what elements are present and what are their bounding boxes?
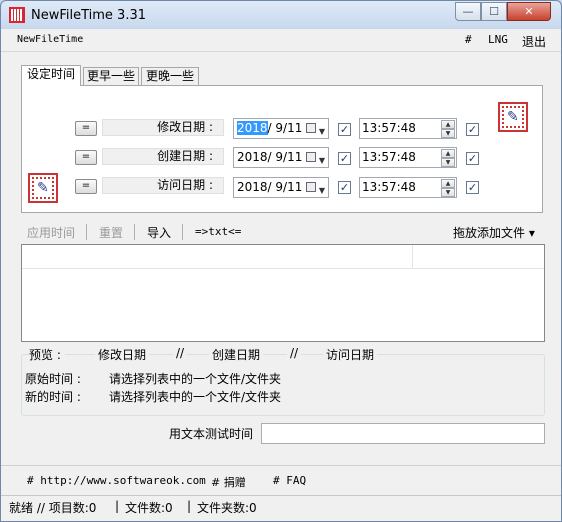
toolbar-separator (86, 224, 87, 240)
spin-up-icon[interactable]: ▲ (441, 120, 455, 129)
apply-time-button[interactable]: 应用时间 (27, 224, 75, 241)
calendar-icon[interactable] (306, 152, 316, 162)
clock-file-icon[interactable]: ✎ (498, 102, 528, 132)
preview-create-date: 创建日期 (209, 346, 264, 363)
spin-down-icon[interactable]: ▼ (441, 129, 455, 138)
create-date-picker[interactable]: 2018/ 9/11 ▼ (233, 147, 329, 168)
toolbar-separator (182, 224, 183, 240)
access-date-label: 访问日期 : (102, 177, 224, 194)
file-list-header[interactable] (22, 245, 544, 269)
drag-add-files-dropdown[interactable]: 拖放添加文件 ▾ (453, 224, 535, 241)
spin-up-icon[interactable]: ▲ (441, 179, 455, 188)
preview-modify-date: 修改日期 (95, 346, 150, 363)
original-time-row: 原始时间 : 请选择列表中的一个文件/文件夹 (25, 370, 281, 387)
create-time-checkbox[interactable]: ✓ (466, 152, 479, 165)
tab-set-time[interactable]: 设定时间 (21, 65, 81, 86)
tab-earlier[interactable]: 更早一些 (83, 67, 139, 86)
file-list[interactable] (21, 244, 545, 342)
menu-language[interactable]: LNG (488, 33, 508, 46)
menu-hash[interactable]: # (465, 33, 472, 46)
app-icon (9, 7, 25, 23)
maximize-button[interactable]: ☐ (481, 2, 507, 21)
modify-date-equal-button[interactable]: = (75, 121, 97, 136)
new-time-value: 请选择列表中的一个文件/文件夹 (109, 390, 282, 404)
modify-date-checkbox[interactable]: ✓ (338, 123, 351, 136)
menu-bar: NewFileTime # LNG 退出 (1, 30, 561, 52)
access-date-equal-button[interactable]: = (75, 179, 97, 194)
modify-date-picker[interactable]: 2018/ 9/11 ▼ (233, 118, 329, 139)
toolbar: 应用时间 重置 导入 =>txt<= 拖放添加文件 ▾ (21, 222, 543, 244)
original-time-value: 请选择列表中的一个文件/文件夹 (109, 372, 282, 386)
preview-separator: // (173, 346, 188, 360)
new-time-label: 新的时间 : (25, 390, 81, 404)
faq-link[interactable]: # FAQ (273, 474, 306, 487)
clock-file-icon[interactable]: ✎ (28, 173, 58, 203)
status-ready: 就绪 // 项目数:0 (9, 501, 97, 515)
import-button[interactable]: 导入 (147, 224, 171, 241)
chevron-down-icon[interactable]: ▼ (319, 181, 325, 200)
create-date-equal-button[interactable]: = (75, 150, 97, 165)
menu-exit[interactable]: 退出 (522, 33, 546, 50)
text-test-input[interactable] (261, 423, 545, 444)
status-separator: | (115, 499, 120, 513)
access-date-picker[interactable]: 2018/ 9/11 ▼ (233, 177, 329, 198)
text-test-label: 用文本测试时间 (169, 427, 254, 441)
preview-separator: // (287, 346, 302, 360)
status-separator: | (187, 499, 192, 513)
create-time-field[interactable]: 13:57:48 ▲ ▼ (359, 147, 457, 168)
preview-label: 预览 : (29, 346, 65, 363)
export-txt-button[interactable]: =>txt<= (195, 225, 241, 238)
create-date-label: 创建日期 : (102, 148, 224, 165)
donate-link[interactable]: # 捐赠 (211, 474, 246, 490)
reset-button[interactable]: 重置 (99, 224, 123, 241)
preview-header: 预览 : 修改日期 // 创建日期 // 访问日期 (21, 346, 543, 364)
modify-time-checkbox[interactable]: ✓ (466, 123, 479, 136)
status-folders: 文件夹数:0 (197, 501, 257, 515)
chevron-down-icon[interactable]: ▼ (319, 122, 325, 141)
spin-up-icon[interactable]: ▲ (441, 149, 455, 158)
close-button[interactable]: ✕ (507, 2, 551, 21)
modify-time-field[interactable]: 13:57:48 ▲ ▼ (359, 118, 457, 139)
menu-app-name[interactable]: NewFileTime (17, 34, 83, 45)
access-time-checkbox[interactable]: ✓ (466, 181, 479, 194)
column-separator[interactable] (412, 245, 413, 269)
chevron-down-icon[interactable]: ▼ (319, 151, 325, 170)
modify-date-rest: / 9/11 (267, 121, 303, 135)
access-time-value: 13:57:48 (362, 180, 416, 194)
website-link[interactable]: # http://www.softwareok.com (27, 474, 206, 487)
new-time-row: 新的时间 : 请选择列表中的一个文件/文件夹 (25, 388, 281, 405)
tab-later[interactable]: 更晚一些 (141, 67, 199, 86)
links-bar: # http://www.softwareok.com # 捐赠 # FAQ (1, 465, 561, 491)
modify-time-value: 13:57:48 (362, 121, 416, 135)
window-title: NewFileTime 3.31 (31, 8, 147, 23)
create-time-value: 13:57:48 (362, 150, 416, 164)
access-time-field[interactable]: 13:57:48 ▲ ▼ (359, 177, 457, 198)
toolbar-separator (134, 224, 135, 240)
calendar-icon[interactable] (306, 123, 316, 133)
spin-down-icon[interactable]: ▼ (441, 158, 455, 167)
minimize-button[interactable]: — (455, 2, 481, 21)
create-date-checkbox[interactable]: ✓ (338, 152, 351, 165)
status-files: 文件数:0 (125, 501, 173, 515)
access-date-checkbox[interactable]: ✓ (338, 181, 351, 194)
app-window: NewFileTime 3.31 — ☐ ✕ NewFileTime # LNG… (0, 0, 562, 522)
spin-down-icon[interactable]: ▼ (441, 188, 455, 197)
title-bar: NewFileTime 3.31 — ☐ ✕ (1, 1, 561, 29)
original-time-label: 原始时间 : (25, 372, 81, 386)
status-bar: 就绪 // 项目数:0 | 文件数:0 | 文件夹数:0 (1, 495, 561, 517)
modify-date-label: 修改日期 : (102, 119, 224, 136)
calendar-icon[interactable] (306, 182, 316, 192)
access-date-value: 2018/ 9/11 (237, 180, 303, 194)
create-date-value: 2018/ 9/11 (237, 150, 303, 164)
modify-date-year-selected: 2018 (237, 121, 268, 135)
preview-access-date: 访问日期 (323, 346, 378, 363)
